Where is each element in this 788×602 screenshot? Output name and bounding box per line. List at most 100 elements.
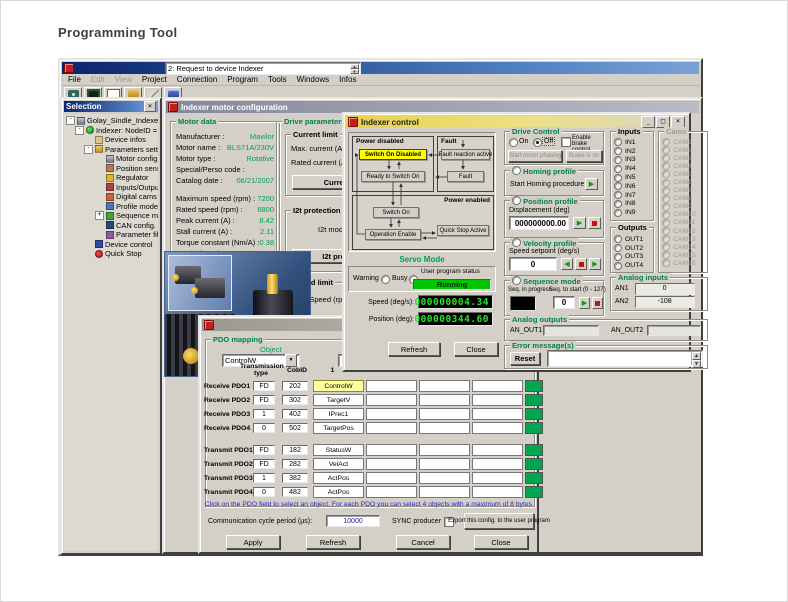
- pdo-object-cell[interactable]: ControlW: [313, 380, 364, 392]
- tree-item[interactable]: Regulator: [64, 173, 158, 183]
- pdo-object-cell[interactable]: [366, 486, 417, 498]
- pdo-object-cell[interactable]: [472, 380, 523, 392]
- tree-expander[interactable]: -: [75, 126, 84, 135]
- spin-down-icon[interactable]: ▼: [350, 69, 359, 74]
- menu-project[interactable]: Project: [138, 75, 171, 84]
- pdo-object-cell[interactable]: [366, 422, 417, 434]
- brake-is-on-button[interactable]: Brake is on: [566, 150, 602, 162]
- displacement-field[interactable]: 000000000.00: [509, 216, 569, 230]
- reset-button[interactable]: Reset: [510, 352, 540, 365]
- sequence-stop-button[interactable]: [592, 297, 603, 309]
- tree-item[interactable]: + Sequence mode: [64, 211, 158, 221]
- pdo-object-cell[interactable]: [472, 472, 523, 484]
- an-out2-field[interactable]: [647, 325, 701, 336]
- start-motor-phasing-button[interactable]: Start motor phasing: [508, 150, 562, 162]
- pdo-object-cell[interactable]: [419, 422, 470, 434]
- pdo-object-cell[interactable]: [472, 422, 523, 434]
- tree-item[interactable]: Motor config.: [64, 154, 158, 164]
- pdo-object-cell[interactable]: [472, 486, 523, 498]
- minimize-icon[interactable]: _: [641, 116, 655, 128]
- tree-item[interactable]: Parameter files: [64, 230, 158, 240]
- tree-item[interactable]: CAN config.: [64, 221, 158, 231]
- position-stop-button[interactable]: [588, 217, 601, 229]
- pdo-object-cell[interactable]: [472, 444, 523, 456]
- ctl-close-button[interactable]: Close: [454, 342, 498, 356]
- velocity-play-button[interactable]: ▶: [589, 258, 601, 270]
- output-indicator[interactable]: OUT2: [612, 244, 652, 253]
- pdo-object-cell[interactable]: [472, 394, 523, 406]
- velocity-stop-button[interactable]: [575, 258, 587, 270]
- tree-expander[interactable]: -: [66, 116, 75, 125]
- pdo-object-cell[interactable]: ActPos: [313, 486, 364, 498]
- pdo-object-cell[interactable]: [419, 472, 470, 484]
- pdo-cobid-field[interactable]: 282: [282, 459, 308, 469]
- sequence-mode-radio[interactable]: [512, 276, 521, 285]
- pdo-transmission-type-field[interactable]: FD: [253, 459, 275, 469]
- menu-edit[interactable]: Edit: [87, 75, 109, 84]
- an-out1-field[interactable]: [543, 325, 599, 336]
- menu-view[interactable]: View: [111, 75, 136, 84]
- pdo-refresh-button[interactable]: Refresh: [306, 535, 360, 549]
- pdo-cobid-field[interactable]: 182: [282, 445, 308, 455]
- pdo-object-cell[interactable]: ActPos: [313, 472, 364, 484]
- apply-button[interactable]: Apply: [226, 535, 280, 549]
- pdo-cobid-field[interactable]: 482: [282, 487, 308, 497]
- error-messages-textarea[interactable]: ▲▼: [547, 350, 703, 367]
- pdo-object-cell[interactable]: IPrec1: [313, 408, 364, 420]
- ctl-refresh-button[interactable]: Refresh: [388, 342, 440, 356]
- pdo-object-cell[interactable]: [419, 408, 470, 420]
- pdo-transmission-type-field[interactable]: FD: [253, 395, 275, 405]
- menu-infos[interactable]: Infos: [335, 75, 360, 84]
- pdo-object-cell[interactable]: [366, 394, 417, 406]
- scrollbar[interactable]: ▲▼: [691, 352, 701, 365]
- pdo-object-cell[interactable]: [419, 486, 470, 498]
- pdo-object-cell[interactable]: StatusW: [313, 444, 364, 456]
- pdo-object-cell[interactable]: [419, 394, 470, 406]
- tree-item[interactable]: Position sensors: [64, 164, 158, 174]
- pdo-cobid-field[interactable]: 402: [282, 409, 308, 419]
- pdo-object-cell[interactable]: [419, 458, 470, 470]
- selection-title-bar[interactable]: Selection ×: [64, 101, 158, 112]
- velocity-left-button[interactable]: ◀: [561, 258, 573, 270]
- pdo-transmission-type-field[interactable]: 0: [253, 487, 275, 497]
- tree-expander[interactable]: -: [84, 145, 93, 154]
- tree-item[interactable]: - Indexer: NodeID = 2: [64, 126, 158, 136]
- pdo-cobid-field[interactable]: 202: [282, 381, 308, 391]
- main-title-bar[interactable]: [62, 62, 699, 74]
- tree-item[interactable]: Digital cams: [64, 192, 158, 202]
- on-radio[interactable]: [509, 138, 518, 147]
- pdo-object-cell[interactable]: [366, 408, 417, 420]
- close-icon[interactable]: ×: [144, 101, 156, 112]
- homing-play-button[interactable]: ▶: [585, 178, 598, 190]
- pdo-object-cell[interactable]: [366, 380, 417, 392]
- pdo-transmission-type-field[interactable]: FD: [253, 381, 275, 391]
- tree-item[interactable]: Inputs/Outputs: [64, 183, 158, 193]
- pdo-cobid-field[interactable]: 302: [282, 395, 308, 405]
- pdo-close-button[interactable]: Close: [474, 535, 528, 549]
- off-radio[interactable]: [533, 138, 542, 147]
- pdo-object-cell[interactable]: [366, 444, 417, 456]
- pdo-object-cell[interactable]: [419, 380, 470, 392]
- pdo-transmission-type-field[interactable]: 1: [253, 473, 275, 483]
- tree-item[interactable]: Quick Stop: [64, 249, 158, 259]
- pdo-object-cell[interactable]: [366, 472, 417, 484]
- menu-connection[interactable]: Connection: [173, 75, 221, 84]
- tree-item[interactable]: Device control: [64, 240, 158, 250]
- pdo-object-cell[interactable]: [472, 458, 523, 470]
- enable-brake-checkbox[interactable]: [561, 137, 571, 147]
- menu-program[interactable]: Program: [223, 75, 262, 84]
- pdo-cobid-field[interactable]: 502: [282, 423, 308, 433]
- comm-cycle-field[interactable]: 10000: [326, 515, 380, 527]
- pdo-transmission-type-field[interactable]: 1: [253, 409, 275, 419]
- export-config-button[interactable]: Export this config. to the user program: [464, 513, 534, 529]
- tree-expander[interactable]: +: [95, 211, 104, 220]
- pdo-transmission-type-field[interactable]: FD: [253, 445, 275, 455]
- combo-spinner[interactable]: ▲▼: [350, 64, 359, 73]
- pdo-object-cell[interactable]: [472, 408, 523, 420]
- pdo-object-cell[interactable]: TargetPos: [313, 422, 364, 434]
- position-profile-radio[interactable]: [512, 196, 521, 205]
- menu-file[interactable]: File: [64, 75, 85, 84]
- homing-profile-radio[interactable]: [512, 166, 521, 175]
- menu-windows[interactable]: Windows: [293, 75, 333, 84]
- pdo-object-cell[interactable]: [419, 444, 470, 456]
